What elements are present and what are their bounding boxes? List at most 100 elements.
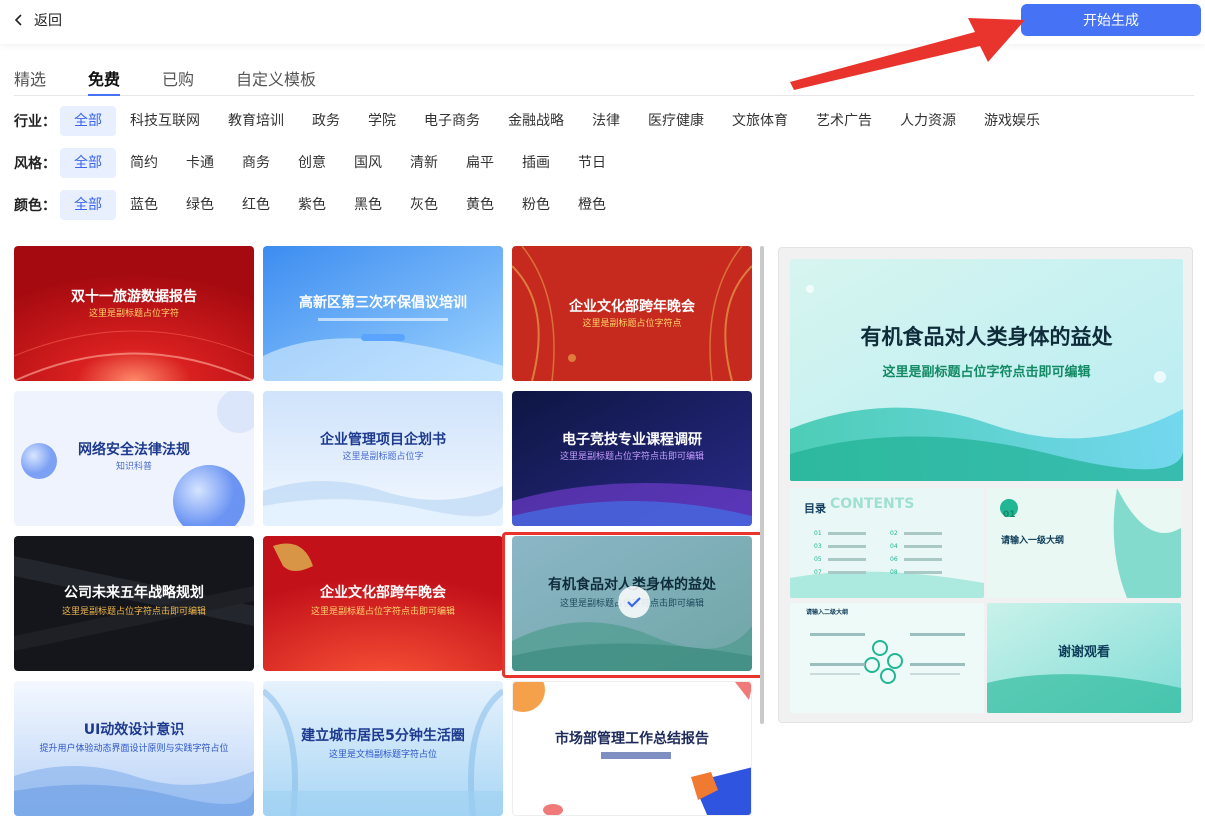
- toc-item-number: 06: [890, 556, 898, 563]
- toc-watermark: CONTENTS: [830, 496, 915, 512]
- content-slide-title: 请输入二级大纲: [806, 609, 849, 616]
- industry-filter-chip[interactable]: 人力资源: [886, 106, 970, 136]
- color-filter-chip[interactable]: 黑色: [340, 190, 396, 220]
- color-filter-chip[interactable]: 紫色: [284, 190, 340, 220]
- industry-filter-chip[interactable]: 电子商务: [410, 106, 494, 136]
- color-filter-chip[interactable]: 橙色: [564, 190, 620, 220]
- template-card[interactable]: 企业文化部跨年晚会 这里是副标题占位字符点: [512, 246, 752, 381]
- template-card[interactable]: 网络安全法律法规 知识科普: [14, 391, 254, 526]
- template-card[interactable]: 公司未来五年战略规划 这里是副标题占位字符点击即可编辑: [14, 536, 254, 671]
- card-title: 电子竞技专业课程调研: [562, 432, 702, 448]
- card-title: 网络安全法律法规: [78, 442, 190, 458]
- card-title: 市场部管理工作总结报告: [555, 731, 709, 747]
- tab-purchased[interactable]: 已购: [162, 62, 194, 94]
- style-filter-chip[interactable]: 扁平: [452, 148, 508, 178]
- style-filter-chip[interactable]: 卡通: [172, 148, 228, 178]
- style-filter-chip[interactable]: 全部: [60, 148, 116, 178]
- card-title: 企业管理项目企划书: [320, 432, 446, 448]
- color-filter-chip[interactable]: 黄色: [452, 190, 508, 220]
- toc-item-placeholder: [828, 571, 866, 574]
- toc-item-placeholder: [828, 558, 866, 561]
- industry-filter-chip[interactable]: 学院: [354, 106, 410, 136]
- color-filter-label: 颜色：: [14, 198, 56, 214]
- template-card[interactable]: UI动效设计意识 提升用户体验动态界面设计原则与实践字符占位: [14, 681, 254, 816]
- tab-custom-template[interactable]: 自定义模板: [236, 62, 316, 94]
- industry-filter-chip[interactable]: 政务: [298, 106, 354, 136]
- card-title: 高新区第三次环保倡议培训: [299, 295, 467, 311]
- toc-item-number: 04: [890, 543, 898, 550]
- industry-filter-chip[interactable]: 文旅体育: [718, 106, 802, 136]
- slide-background: [790, 603, 984, 713]
- card-title: UI动效设计意识: [83, 722, 185, 738]
- card-title: 双十一旅游数据报告: [71, 289, 197, 305]
- toc-item-placeholder: [828, 532, 866, 535]
- preview-cover-slide: 有机食品对人类身体的益处 这里是副标题占位字符点击即可编辑: [790, 259, 1183, 481]
- toc-item-number: 03: [814, 543, 822, 550]
- back-button[interactable]: 返回: [12, 8, 62, 32]
- toc-item-placeholder: [904, 571, 942, 574]
- template-card[interactable]: 市场部管理工作总结报告: [512, 681, 752, 816]
- style-filter-label: 风格：: [14, 156, 56, 172]
- template-tabs: 精选 免费 已购 自定义模板: [14, 62, 1194, 96]
- color-filter-chip[interactable]: 粉色: [508, 190, 564, 220]
- card-subtitle: 知识科普: [115, 462, 152, 472]
- style-filter-chip[interactable]: 插画: [508, 148, 564, 178]
- tab-free[interactable]: 免费: [88, 62, 121, 96]
- card-subtitle: 这里是副标题占位字: [342, 452, 424, 462]
- chevron-left-icon: [14, 14, 22, 26]
- tab-featured[interactable]: 精选: [14, 62, 46, 94]
- style-filter-chip[interactable]: 国风: [340, 148, 396, 178]
- start-generate-button[interactable]: 开始生成: [1021, 4, 1201, 36]
- preview-section-slide: 01 请输入一级大纲: [987, 488, 1181, 598]
- toc-item-number: 02: [890, 530, 898, 537]
- card-background: [513, 682, 751, 815]
- grid-scrollbar[interactable]: [760, 246, 764, 724]
- card-subtitle: 这里是文档副标题字符占位: [328, 750, 437, 760]
- card-title: 公司未来五年战略规划: [64, 585, 204, 601]
- industry-filter-chip[interactable]: 法律: [578, 106, 634, 136]
- style-filter-chip[interactable]: 商务: [228, 148, 284, 178]
- industry-filter-chip[interactable]: 艺术广告: [802, 106, 886, 136]
- template-card[interactable]: 企业文化部跨年晚会 这里是副标题占位字符点击即可编辑: [263, 536, 503, 671]
- card-subtitle: 提升用户体验动态界面设计原则与实践字符占位: [39, 744, 229, 754]
- toc-item-number: 07: [814, 569, 822, 576]
- template-card[interactable]: 双十一旅游数据报告 这里是副标题占位字符: [14, 246, 254, 381]
- card-subtitle: 这里是副标题占位字符点击即可编辑: [61, 607, 206, 617]
- industry-filter-chip[interactable]: 教育培训: [214, 106, 298, 136]
- industry-filter-chip[interactable]: 全部: [60, 106, 116, 136]
- card-title: 建立城市居民5分钟生活圈: [301, 728, 465, 744]
- template-card[interactable]: 建立城市居民5分钟生活圈 这里是文档副标题字符占位: [263, 681, 503, 816]
- toc-item-placeholder: [904, 558, 942, 561]
- industry-filter-chip[interactable]: 游戏娱乐: [970, 106, 1054, 136]
- card-background: [263, 246, 503, 381]
- toc-item-number: 08: [890, 569, 898, 576]
- industry-filter-chip[interactable]: 医疗健康: [634, 106, 718, 136]
- industry-filter-chip[interactable]: 金融战略: [494, 106, 578, 136]
- preview-thanks-slide: 谢谢观看: [987, 603, 1181, 713]
- style-filter-chip[interactable]: 创意: [284, 148, 340, 178]
- preview-toc-slide: CONTENTS 目录 01 02 03 04 05 06 07 08: [790, 488, 984, 598]
- style-filter-chip[interactable]: 清新: [396, 148, 452, 178]
- template-card[interactable]: 高新区第三次环保倡议培训: [263, 246, 503, 381]
- card-title: 企业文化部跨年晚会: [320, 585, 446, 601]
- template-card[interactable]: 企业管理项目企划书 这里是副标题占位字: [263, 391, 503, 526]
- style-filter-chip[interactable]: 简约: [116, 148, 172, 178]
- color-filter-chip[interactable]: 全部: [60, 190, 116, 220]
- section-number: 01: [1003, 510, 1016, 520]
- style-filter-chip[interactable]: 节日: [564, 148, 620, 178]
- card-subtitle: 这里是副标题占位字符: [88, 309, 179, 319]
- industry-filter-chip[interactable]: 科技互联网: [116, 106, 214, 136]
- template-card[interactable]: 电子竞技专业课程调研 这里是副标题占位字符点击即可编辑: [512, 391, 752, 526]
- thanks-text: 谢谢观看: [1057, 645, 1110, 660]
- color-filter-chip[interactable]: 灰色: [396, 190, 452, 220]
- color-filter-chip[interactable]: 蓝色: [116, 190, 172, 220]
- template-preview-panel: 有机食品对人类身体的益处 这里是副标题占位字符点击即可编辑 CONTENTS 目…: [778, 247, 1193, 723]
- toc-item-placeholder: [904, 545, 942, 548]
- preview-title: 有机食品对人类身体的益处: [860, 325, 1113, 349]
- industry-filter-label: 行业：: [14, 114, 56, 130]
- card-title: 企业文化部跨年晚会: [569, 299, 695, 315]
- color-filter-chip[interactable]: 绿色: [172, 190, 228, 220]
- color-filter-chip[interactable]: 红色: [228, 190, 284, 220]
- back-label: 返回: [34, 13, 62, 29]
- section-title: 请输入一级大纲: [1001, 536, 1065, 546]
